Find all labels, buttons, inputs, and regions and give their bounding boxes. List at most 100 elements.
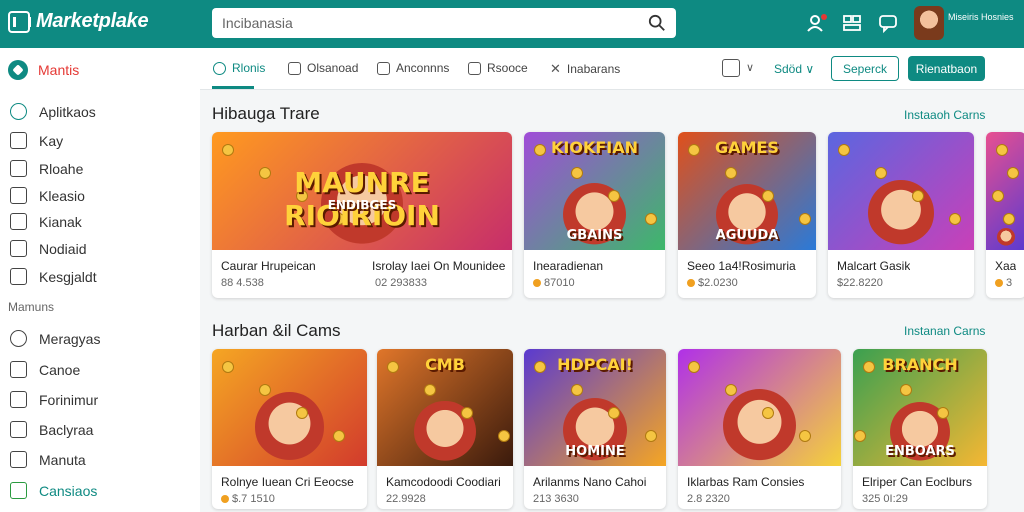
game-thumbnail[interactable]: GAMES AGUUDA (678, 132, 816, 250)
logo-text: Marketplake (36, 10, 149, 32)
gamepad-icon (213, 61, 226, 75)
game-thumbnail[interactable]: MAUNRE RIOIRIOIN ENDIBGES (212, 132, 512, 250)
coin-decoration (799, 430, 811, 442)
sidebar-top-label: Mantis (38, 62, 80, 78)
sidebar-item-forum[interactable]: Forinimur (10, 391, 98, 408)
game-name[interactable]: Iklarbas Ram Consies (687, 475, 804, 489)
sidebar-item-apps[interactable]: Aplitkaos (10, 103, 96, 120)
search-input[interactable] (212, 8, 632, 38)
chat-icon (10, 330, 27, 347)
game-name[interactable]: Caurar Hrupeican (221, 259, 316, 273)
tab-inabarans[interactable]: ✕ Inabarans (550, 61, 620, 77)
sidebar-item-cansiaos[interactable]: Cansiaos (10, 482, 97, 499)
coin-decoration (296, 407, 308, 419)
user-name[interactable]: Miseiris Hosnies (948, 12, 1018, 23)
chat-icon[interactable] (877, 12, 899, 34)
game-thumbnail[interactable]: CMB (377, 349, 513, 466)
see-all-link[interactable]: Instaaoh Carns (904, 108, 985, 122)
sidebar-item-home[interactable]: Kleasio (10, 187, 85, 204)
coin-decoration (725, 384, 737, 396)
game-price: 2.8 2320 (687, 493, 730, 505)
app-logo[interactable]: Marketplake (8, 10, 149, 33)
game-price: 325 0I:29 (862, 493, 908, 505)
game-thumbnail[interactable]: BRANCH ENBOARS (853, 349, 987, 466)
price-value: 325 0I:29 (862, 493, 908, 505)
sidebar-item-doc[interactable]: Rloahe (10, 160, 83, 177)
game-card[interactable]: BRANCH ENBOARS Elriper Can Eoclburs 325 0I:… (853, 349, 987, 509)
game-name[interactable]: Seeo 1a4!Rosimuria (687, 259, 796, 273)
game-name[interactable]: Malcart Gasik (837, 259, 910, 273)
smiley-icon (288, 61, 301, 75)
game-thumbnail[interactable] (986, 132, 1024, 250)
avatar[interactable] (914, 6, 944, 40)
game-card[interactable]: KIOKFIAN GBAINS Inearadienan 87010 (524, 132, 665, 298)
tab-anconnns[interactable]: Anconnns (377, 61, 449, 75)
game-name[interactable]: Elriper Can Eoclburs (862, 475, 972, 489)
sidebar-item-key[interactable]: Kay (10, 132, 63, 149)
game-card[interactable]: HDPCAI! HOMINE Arilanms Nano Cahoi 213 3630 (524, 349, 666, 509)
thumbnail-subtitle: AGUUDA (715, 228, 779, 243)
game-name[interactable]: Kamcodoodi Coodiari (386, 475, 501, 489)
game-thumbnail[interactable] (828, 132, 974, 250)
game-card[interactable]: Malcart Gasik $22.8220 (828, 132, 974, 298)
game-card[interactable]: Xaa 3 (986, 132, 1024, 298)
sort-dropdown[interactable]: Sdöd ∨ (774, 62, 814, 76)
primary-button[interactable]: Rienatbaon (908, 56, 985, 81)
search-bar[interactable] (212, 8, 676, 38)
home-icon (8, 60, 28, 80)
game-price: $.7 1510 (221, 493, 275, 505)
sidebar-item-library[interactable]: Baclyraa (10, 421, 93, 438)
tab-rlonis[interactable]: Rlonis (213, 61, 265, 75)
game-card[interactable]: GAMES AGUUDA Seeo 1a4!Rosimuria $2.0230 (678, 132, 816, 298)
game-card[interactable]: Iklarbas Ram Consies 2.8 2320 (678, 349, 841, 509)
game-card[interactable]: Rolnye Iuean Cri Eeocse $.7 1510 (212, 349, 367, 509)
game-name[interactable]: Rolnye Iuean Cri Eeocse (221, 475, 354, 489)
outline-button[interactable]: Seperck (831, 56, 899, 81)
game-name[interactable]: Arilanms Nano Cahoi (533, 475, 646, 489)
grid-icon[interactable] (841, 12, 863, 34)
doc-icon (10, 160, 27, 177)
list-icon (468, 61, 481, 75)
price-value: 88 4.538 (221, 277, 264, 289)
game-name[interactable]: Inearadienan (533, 259, 603, 273)
sidebar-item-box[interactable]: Kianak (10, 213, 82, 230)
game-card[interactable]: MAUNRE RIOIRIOIN ENDIBGES Caurar Hrupeican… (212, 132, 512, 298)
game-thumbnail[interactable]: KIOKFIAN GBAINS (524, 132, 665, 250)
thumbnail-subtitle: GBAINS (566, 228, 623, 243)
game-price: $2.0230 (687, 277, 738, 289)
game-thumbnail[interactable] (678, 349, 841, 466)
game-name[interactable]: Xaa (995, 259, 1016, 273)
game-name[interactable]: Isrolay Iaei On Mounidee (372, 259, 505, 273)
game-thumbnail[interactable] (212, 349, 367, 466)
coin-decoration (996, 144, 1008, 156)
sidebar-item-label: Kianak (39, 213, 82, 230)
coin-decoration (333, 430, 345, 442)
coin-decoration (461, 407, 473, 419)
game-card[interactable]: CMB Kamcodoodi Coodiari 22.9928 (377, 349, 513, 509)
coin-decoration (222, 144, 234, 156)
price-value: 213 3630 (533, 493, 579, 505)
coin-decoration (688, 361, 700, 373)
character-illustration (997, 228, 1015, 246)
sidebar-item-list[interactable]: Nodiaid (10, 240, 86, 257)
search-icon[interactable] (648, 14, 666, 32)
tab-olsanoad[interactable]: Olsanoad (288, 61, 358, 75)
sidebar-item-manual[interactable]: Manuta (10, 451, 86, 468)
chevron-down-icon[interactable]: ∨ (746, 61, 754, 74)
sidebar-item-folder[interactable]: Kesgjaldt (10, 268, 97, 285)
see-all-link[interactable]: Instanan Carns (904, 324, 985, 338)
game-thumbnail[interactable]: HDPCAI! HOMINE (524, 349, 666, 466)
user-add-icon[interactable] (805, 12, 827, 34)
filter-icon[interactable] (722, 59, 740, 77)
sidebar-home[interactable]: Mantis (8, 60, 79, 80)
coin-decoration (949, 213, 961, 225)
coin-icon (995, 279, 1003, 287)
price-value: 2.8 2320 (687, 493, 730, 505)
sort-label: Sdöd (774, 62, 803, 76)
coin-decoration (424, 384, 436, 396)
sidebar-item-messages[interactable]: Meragyas (10, 330, 100, 347)
price-value: $22.8220 (837, 277, 883, 289)
game-price: $22.8220 (837, 277, 883, 289)
sidebar-item-tag[interactable]: Canoe (10, 361, 80, 378)
tab-rsooce[interactable]: Rsooce (468, 61, 528, 75)
